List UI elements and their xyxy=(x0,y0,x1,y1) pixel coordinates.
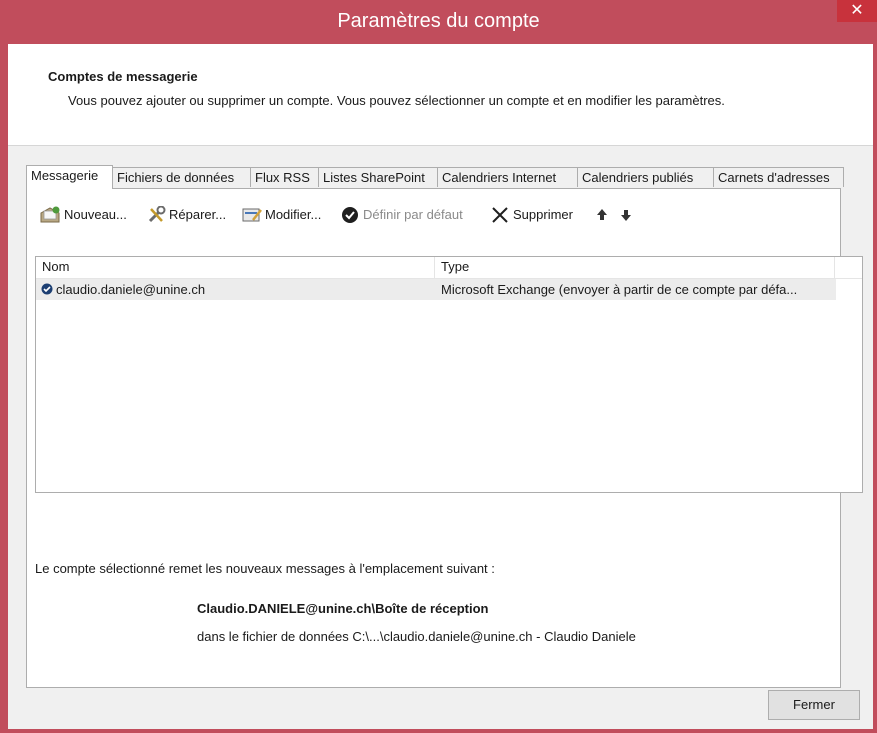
column-divider[interactable] xyxy=(834,257,835,278)
close-dialog-button[interactable]: Fermer xyxy=(768,690,860,720)
delete-label: Supprimer xyxy=(513,207,573,222)
tab-fichiers-de-donnees[interactable]: Fichiers de données xyxy=(112,167,251,187)
list-header: Nom Type xyxy=(36,257,862,279)
modify-button[interactable]: Modifier... xyxy=(241,203,336,227)
dialog-body: Comptes de messagerie Vous pouvez ajoute… xyxy=(8,44,873,729)
table-row[interactable]: claudio.daniele@unine.ch Microsoft Excha… xyxy=(36,279,836,300)
window-frame-bottom xyxy=(0,729,877,733)
messagerie-panel: Nouveau... Réparer... Modifier... Défini… xyxy=(26,188,863,688)
new-account-button[interactable]: Nouveau... xyxy=(39,203,139,227)
account-type: Microsoft Exchange (envoyer à partir de … xyxy=(441,282,798,297)
modify-label: Modifier... xyxy=(265,207,322,222)
tab-calendriers-internet[interactable]: Calendriers Internet xyxy=(437,167,578,187)
section-title: Comptes de messagerie xyxy=(48,69,198,84)
window-title: Paramètres du compte xyxy=(337,10,540,32)
move-down-button[interactable] xyxy=(619,203,633,227)
new-account-icon xyxy=(40,206,60,223)
tab-flux-rss[interactable]: Flux RSS xyxy=(250,167,319,187)
repair-button[interactable]: Réparer... xyxy=(147,203,232,227)
delete-button[interactable]: Supprimer xyxy=(491,203,586,227)
tab-calendriers-publies[interactable]: Calendriers publiés xyxy=(577,167,714,187)
delivery-data-file: dans le fichier de données C:\...\claudi… xyxy=(197,629,636,644)
column-divider[interactable] xyxy=(434,257,435,278)
header-area: Comptes de messagerie Vous pouvez ajoute… xyxy=(8,44,873,146)
move-up-button[interactable] xyxy=(595,203,609,227)
default-account-check-icon xyxy=(41,283,53,295)
new-account-label: Nouveau... xyxy=(64,207,127,222)
column-header-nom[interactable]: Nom xyxy=(42,259,69,274)
arrow-up-icon xyxy=(597,209,607,220)
close-icon: ✕ xyxy=(850,2,864,19)
column-header-type[interactable]: Type xyxy=(441,259,469,274)
tab-messagerie[interactable]: Messagerie xyxy=(26,165,113,189)
repair-label: Réparer... xyxy=(169,207,227,222)
delivery-folder: Claudio.DANIELE@unine.ch\Boîte de récept… xyxy=(197,601,489,616)
checkmark-icon xyxy=(342,207,358,223)
window-frame-right xyxy=(873,0,877,733)
delivery-location-label: Le compte sélectionné remet les nouveaux… xyxy=(35,561,495,576)
arrow-down-icon xyxy=(621,210,631,221)
accounts-list[interactable]: Nom Type claudio.daniele@unine.ch Micros… xyxy=(35,256,863,493)
title-bar[interactable]: Paramètres du compte ✕ xyxy=(0,0,877,44)
account-name: claudio.daniele@unine.ch xyxy=(56,282,206,297)
set-default-label: Définir par défaut xyxy=(363,207,463,222)
repair-icon xyxy=(148,206,166,223)
section-description: Vous pouvez ajouter ou supprimer un comp… xyxy=(68,93,725,108)
modify-icon xyxy=(242,208,262,222)
delete-x-icon xyxy=(492,207,508,223)
close-button[interactable]: ✕ xyxy=(837,0,877,22)
tab-carnets-adresses[interactable]: Carnets d'adresses xyxy=(713,167,844,187)
tab-listes-sharepoint[interactable]: Listes SharePoint xyxy=(318,167,438,187)
set-default-button[interactable]: Définir par défaut xyxy=(341,203,483,227)
window-frame-left xyxy=(0,0,8,733)
